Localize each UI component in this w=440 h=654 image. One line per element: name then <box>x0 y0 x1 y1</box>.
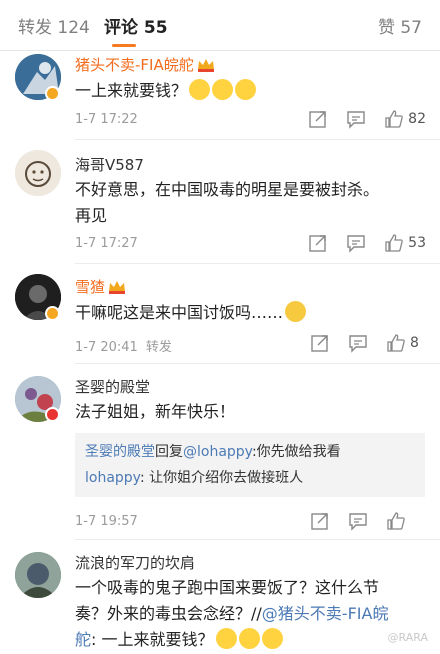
share-icon[interactable] <box>310 333 330 353</box>
emoji-icon <box>238 628 260 649</box>
verified-badge-icon <box>45 407 60 422</box>
crown-icon <box>109 281 126 294</box>
active-tab-indicator <box>112 44 136 47</box>
reply-line: 圣婴的殿堂回复@lohappy:你先做给我看 <box>85 444 341 460</box>
comment-icon[interactable] <box>348 511 368 531</box>
repost-link[interactable]: 转发 <box>146 340 172 355</box>
share-icon[interactable] <box>310 511 330 531</box>
tab-likes[interactable]: 赞 57 <box>378 13 422 38</box>
emoji-icon <box>215 628 237 649</box>
like-count: 53 <box>408 235 426 251</box>
comment-actions <box>292 510 426 532</box>
comment-text: 一个吸毒的鬼子跑中国来要饭了？这什么节 奏？外来的毒虫会念经？//@猪头不卖-F… <box>75 578 389 649</box>
like-icon[interactable] <box>386 511 406 531</box>
emoji-icon <box>285 301 307 322</box>
comment-actions: 82 <box>290 108 426 130</box>
watermark: @RARA <box>387 631 428 644</box>
emoji-icon <box>212 79 234 100</box>
verified-badge-icon <box>45 306 60 321</box>
like-icon[interactable] <box>386 333 406 353</box>
avatar[interactable] <box>15 150 61 196</box>
comment-time: 1-7 17:27 <box>75 236 138 251</box>
like-count: 82 <box>408 111 426 127</box>
comment-icon[interactable] <box>346 233 366 253</box>
comment-username[interactable]: 海哥V587 <box>75 154 144 175</box>
comment-actions: 8 <box>292 332 426 354</box>
emoji-icon <box>189 79 211 100</box>
avatar[interactable] <box>15 552 61 598</box>
comment-username[interactable]: 雪猹 <box>75 276 126 297</box>
comment-icon[interactable] <box>346 109 366 129</box>
mention-link[interactable]: @猪头不卖-FIA皖 <box>262 604 389 623</box>
comment-icon[interactable] <box>348 333 368 353</box>
comment-meta: 1-7 20:41 转发 <box>75 336 172 355</box>
like-icon[interactable] <box>384 233 404 253</box>
comment-username[interactable]: 流浪的军刀的坎肩 <box>75 552 195 573</box>
comment-item: 雪猹 干嘛呢这是来中国讨饭吗…… 1-7 20:41 转发 8 <box>0 264 440 364</box>
comment-item: 海哥V587 不好意思，在中国吸毒的明星是要被封杀。 再见 1-7 17:27 … <box>0 140 440 264</box>
comment-text: 不好意思，在中国吸毒的明星是要被封杀。 再见 <box>75 180 380 225</box>
emoji-icon <box>261 628 283 649</box>
like-icon[interactable] <box>384 109 404 129</box>
reply-line: lohappy: 让你姐介绍你去做接班人 <box>85 470 304 486</box>
comment-item: 猪头不卖-FIA皖舵 一上来就要钱？ 1-7 17:22 82 <box>0 50 440 140</box>
comment-tab-bar: 转发 124 评论 55 赞 57 <box>0 0 440 51</box>
comment-item: 流浪的军刀的坎肩 一个吸毒的鬼子跑中国来要饭了？这什么节 奏？外来的毒虫会念经？… <box>0 540 440 654</box>
comment-text: 法子姐姐，新年快乐！ <box>75 402 236 421</box>
like-count: 8 <box>410 335 419 351</box>
share-icon[interactable] <box>308 233 328 253</box>
comment-item: 圣婴的殿堂 法子姐姐，新年快乐！ 圣婴的殿堂回复@lohappy:你先做给我看 … <box>0 364 440 540</box>
emoji-icon <box>235 79 257 100</box>
comment-text: 干嘛呢这是来中国讨饭吗…… <box>75 300 425 326</box>
comment-username[interactable]: 猪头不卖-FIA皖舵 <box>75 54 215 75</box>
comment-time: 1-7 20:41 <box>75 340 138 355</box>
share-icon[interactable] <box>308 109 328 129</box>
tab-reposts[interactable]: 转发 124 <box>18 13 90 38</box>
comment-text: 一上来就要钱？ <box>75 78 425 104</box>
reply-thread[interactable]: 圣婴的殿堂回复@lohappy:你先做给我看 lohappy: 让你姐介绍你去做… <box>75 433 425 497</box>
verified-badge-icon <box>45 86 60 101</box>
tab-comments[interactable]: 评论 55 <box>104 13 168 38</box>
comment-time: 1-7 19:57 <box>75 514 138 529</box>
comment-actions: 53 <box>290 232 426 254</box>
crown-icon <box>197 59 214 72</box>
comment-username[interactable]: 圣婴的殿堂 <box>75 376 150 397</box>
comment-time: 1-7 17:22 <box>75 112 138 127</box>
mention-link[interactable]: 舵 <box>75 630 91 649</box>
